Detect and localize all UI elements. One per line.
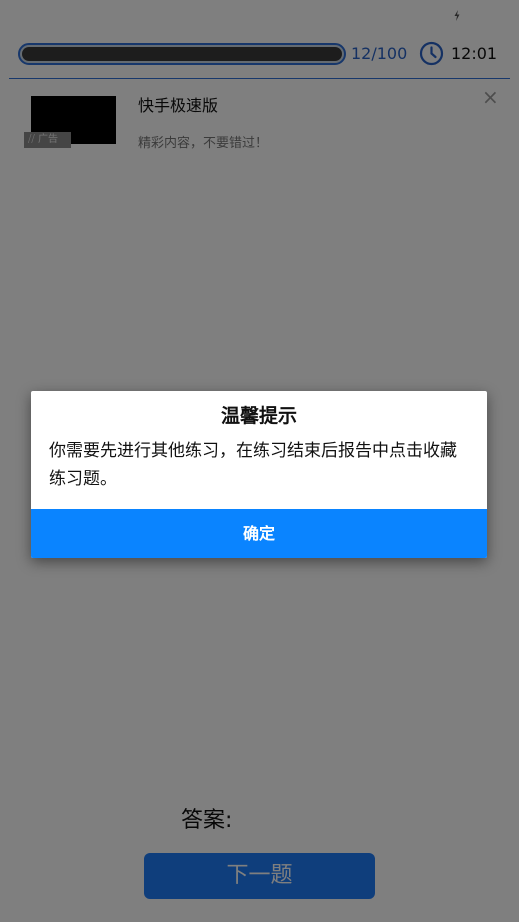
dialog-message: 你需要先进行其他练习，在练习结束后报告中点击收藏练习题。 [49, 441, 457, 489]
notice-dialog: 温馨提示 你需要先进行其他练习，在练习结束后报告中点击收藏练习题。 确定 [31, 391, 487, 558]
confirm-button[interactable]: 确定 [31, 509, 487, 558]
dialog-title: 温馨提示 [220, 405, 297, 427]
